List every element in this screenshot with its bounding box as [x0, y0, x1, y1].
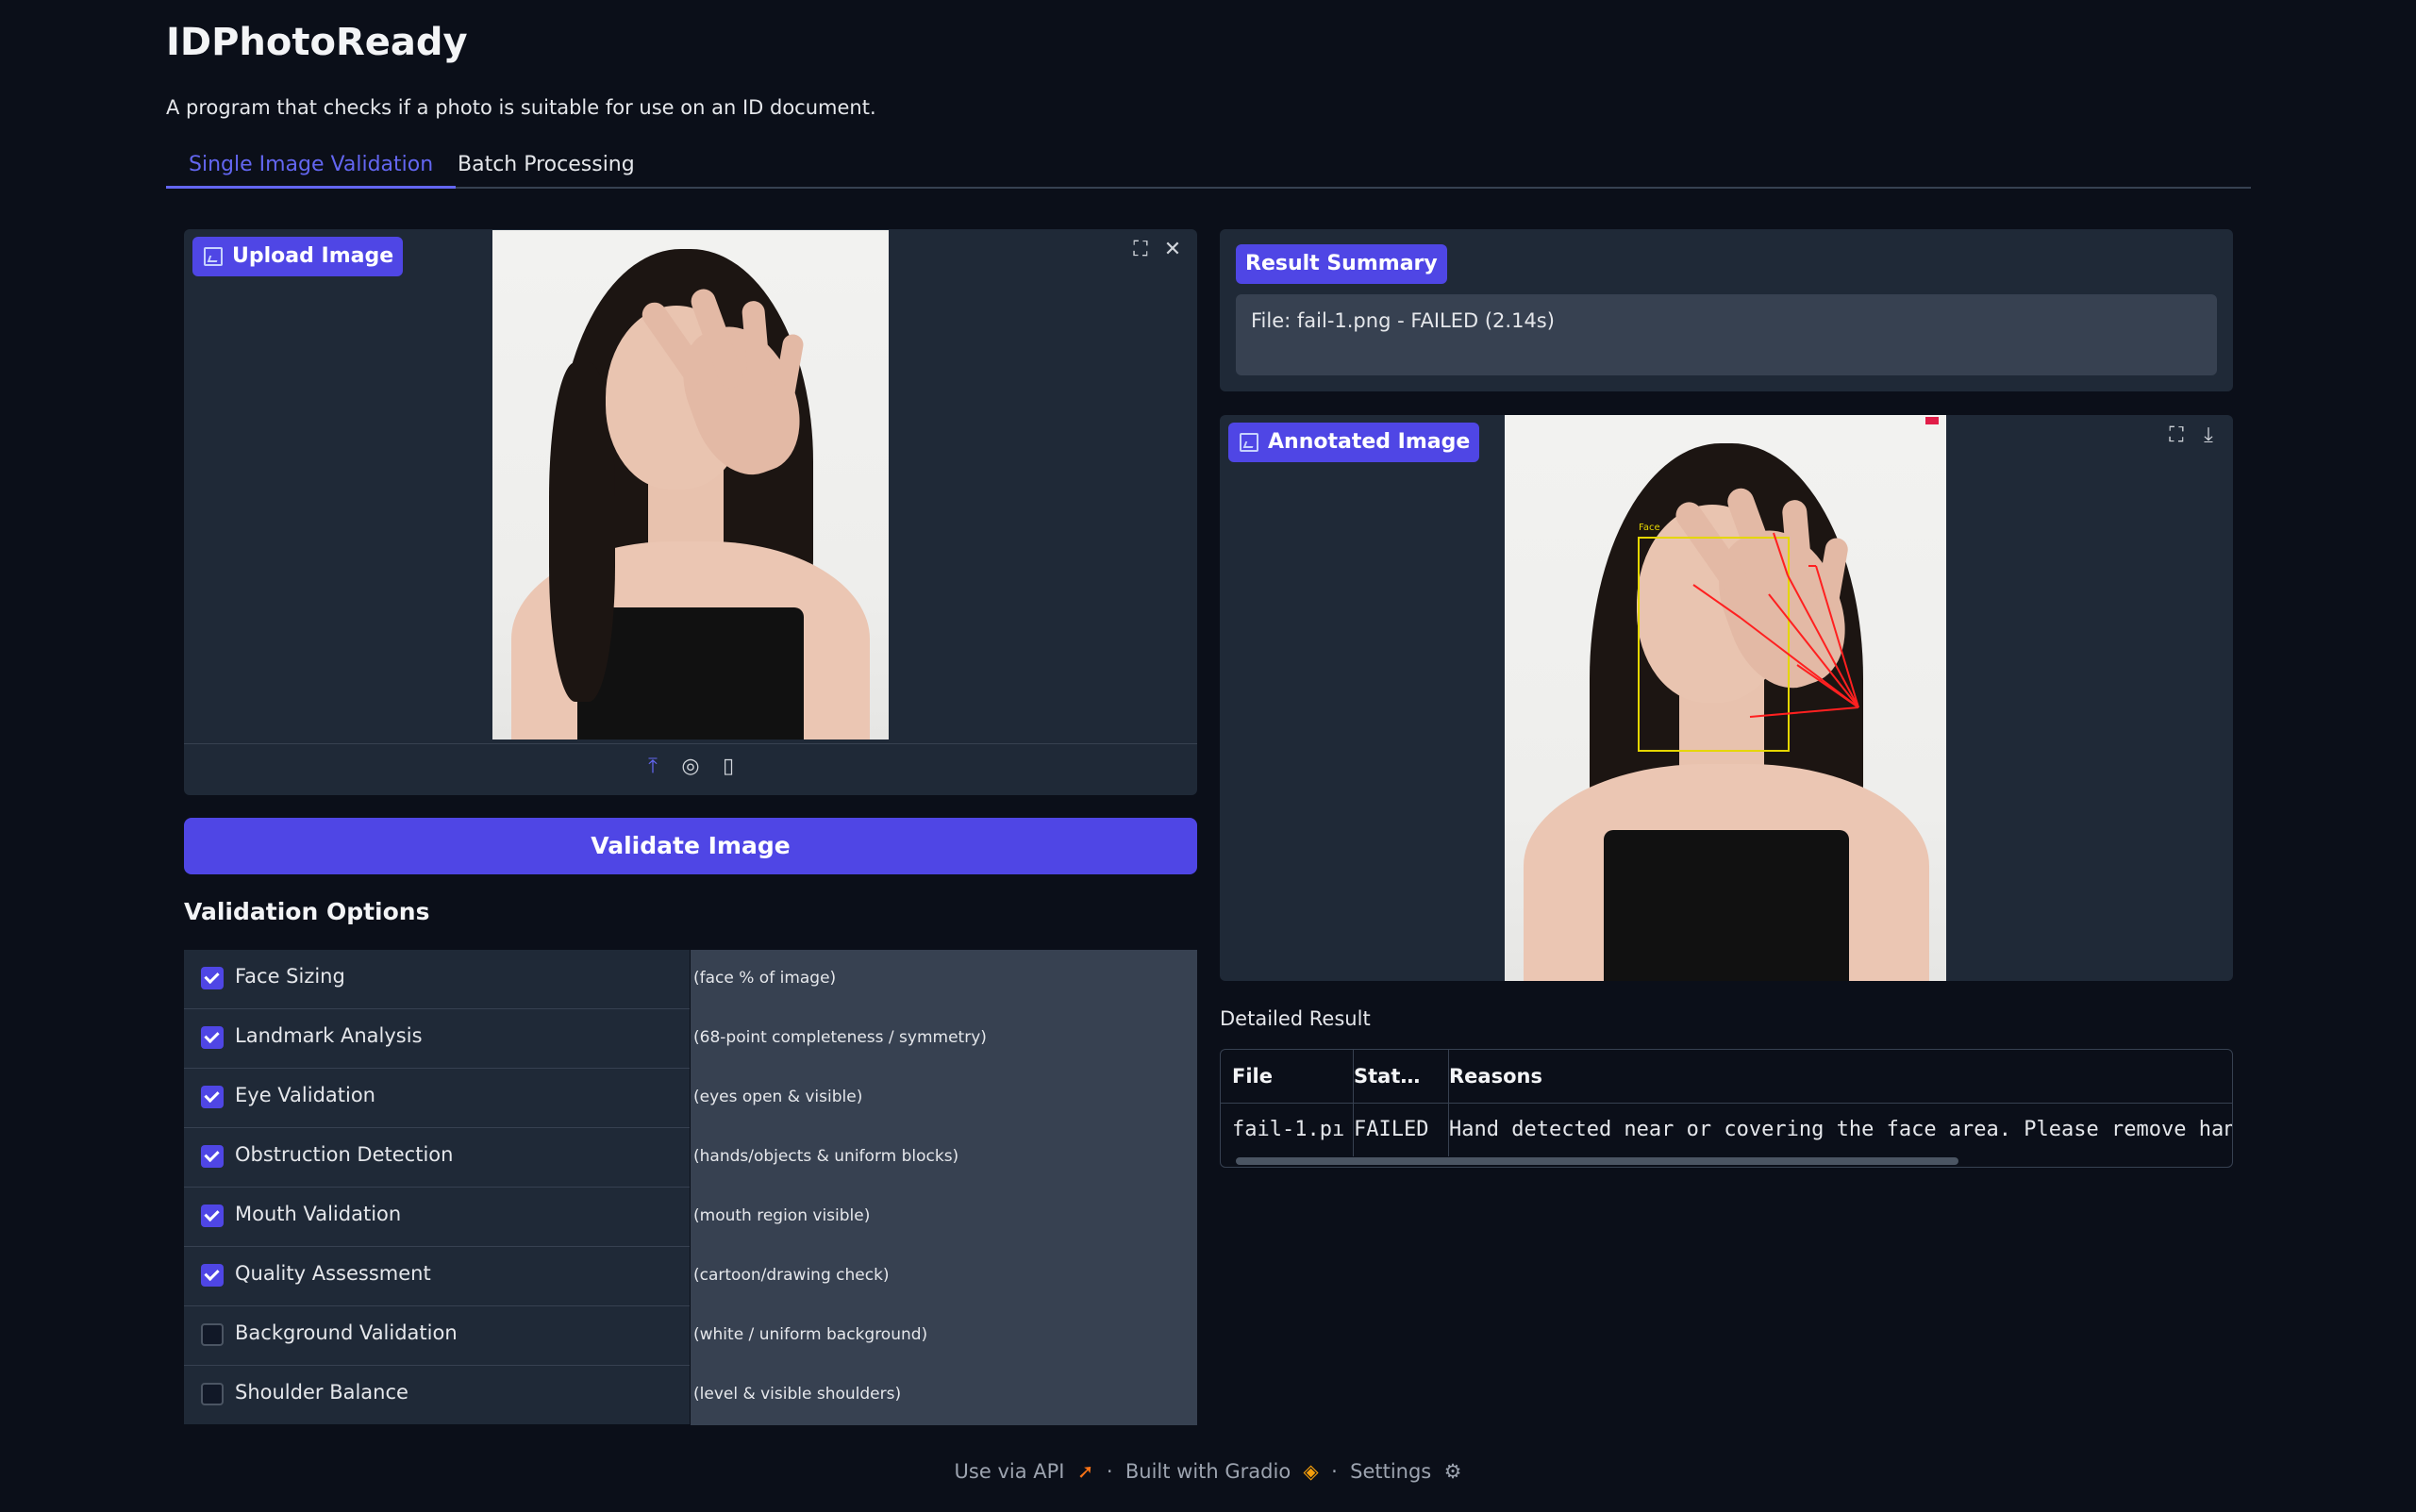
option-mouth-validation: Mouth Validation (mouth region visible): [184, 1188, 1197, 1247]
result-summary-textbox[interactable]: File: fail-1.png - FAILED (2.14s): [1236, 294, 2217, 375]
image-icon: [1240, 433, 1258, 452]
option-description: (white / uniform background): [693, 1325, 928, 1344]
option-landmark-analysis: Landmark Analysis (68-point completeness…: [184, 1009, 1197, 1069]
result-summary-text: File: fail-1.png - FAILED (2.14s): [1251, 309, 1555, 332]
option-background-validation: Background Validation (white / uniform b…: [184, 1306, 1197, 1366]
rocket-icon: ➚: [1071, 1460, 1101, 1483]
close-icon[interactable]: ✕: [1159, 237, 1186, 263]
upload-image-badge: Upload Image: [192, 237, 404, 276]
landmark-analysis-checkbox[interactable]: [201, 1026, 224, 1049]
option-label[interactable]: Shoulder Balance: [235, 1381, 408, 1404]
option-eye-validation: Eye Validation (eyes open & visible): [184, 1069, 1197, 1128]
status-flag: [1925, 417, 1939, 424]
table-cell-file[interactable]: fail-1.pı: [1221, 1104, 1354, 1156]
option-label[interactable]: Obstruction Detection: [235, 1143, 453, 1166]
upload-icon[interactable]: ⤒: [640, 754, 666, 780]
download-icon[interactable]: ⤓: [2195, 423, 2222, 449]
option-label[interactable]: Background Validation: [235, 1321, 458, 1344]
upload-image-panel[interactable]: Upload Image ⛶ ✕ ⤒ ◎ ▯: [184, 229, 1197, 795]
use-via-api-link[interactable]: Use via API: [955, 1460, 1065, 1483]
background-validation-checkbox[interactable]: [201, 1323, 224, 1346]
validation-options-title: Validation Options: [184, 898, 430, 925]
quality-assessment-checkbox[interactable]: [201, 1264, 224, 1287]
built-with-gradio-link[interactable]: Built with Gradio: [1125, 1460, 1291, 1483]
fullscreen-icon[interactable]: ⛶: [2163, 423, 2190, 449]
option-label[interactable]: Landmark Analysis: [235, 1024, 423, 1047]
validate-image-button[interactable]: Validate Image: [184, 818, 1197, 874]
webcam-icon[interactable]: ◎: [677, 754, 704, 780]
option-description: (68-point completeness / symmetry): [693, 1028, 987, 1047]
tab-batch-processing[interactable]: Batch Processing: [435, 151, 658, 189]
option-label[interactable]: Eye Validation: [235, 1084, 375, 1106]
shoulder-balance-checkbox[interactable]: [201, 1383, 224, 1405]
validation-options-list: Face Sizing (face % of image) Landmark A…: [184, 950, 1197, 1425]
gradio-logo-icon: ◈: [1296, 1460, 1325, 1483]
annotated-photo: Face: [1505, 415, 1946, 981]
detailed-result-label: Detailed Result: [1220, 1007, 1371, 1030]
option-description: (hands/objects & uniform blocks): [693, 1147, 959, 1166]
option-description: (cartoon/drawing check): [693, 1266, 890, 1285]
table-cell-reasons[interactable]: Hand detected near or covering the face …: [1438, 1104, 2232, 1156]
option-quality-assessment: Quality Assessment (cartoon/drawing chec…: [184, 1247, 1197, 1306]
column-header-file[interactable]: File: [1221, 1050, 1354, 1103]
annotated-image-panel: Annotated Image Face ⛶ ⤓: [1220, 415, 2233, 981]
option-description: (eyes open & visible): [693, 1088, 863, 1106]
result-summary-badge: Result Summary: [1236, 244, 1447, 284]
detailed-result-table: File Stat… Reasons fail-1.pı FAILED Hand…: [1220, 1049, 2233, 1168]
column-header-reasons[interactable]: Reasons: [1438, 1050, 2232, 1103]
option-label[interactable]: Face Sizing: [235, 965, 345, 988]
eye-validation-checkbox[interactable]: [201, 1086, 224, 1108]
option-face-sizing: Face Sizing (face % of image): [184, 950, 1197, 1009]
option-label[interactable]: Mouth Validation: [235, 1203, 401, 1225]
mouth-validation-checkbox[interactable]: [201, 1205, 224, 1227]
face-sizing-checkbox[interactable]: [201, 967, 224, 989]
option-label[interactable]: Quality Assessment: [235, 1262, 431, 1285]
settings-link[interactable]: Settings: [1350, 1460, 1431, 1483]
tab-bar: Single Image Validation Batch Processing: [166, 141, 2251, 189]
app-title: IDPhotoReady: [166, 21, 468, 64]
column-header-status[interactable]: Stat…: [1342, 1050, 1449, 1103]
clipboard-icon[interactable]: ▯: [715, 754, 741, 780]
option-description: (level & visible shoulders): [693, 1385, 902, 1404]
app-subtitle: A program that checks if a photo is suit…: [166, 96, 876, 119]
gear-icon: ⚙: [1437, 1460, 1462, 1483]
uploaded-photo: [492, 230, 889, 739]
tab-single-image-validation[interactable]: Single Image Validation: [166, 151, 457, 189]
table-cell-status[interactable]: FAILED: [1342, 1104, 1449, 1156]
annotated-image-badge: Annotated Image: [1228, 423, 1480, 462]
obstruction-detection-checkbox[interactable]: [201, 1145, 224, 1168]
option-description: (mouth region visible): [693, 1206, 871, 1225]
image-icon: [204, 247, 223, 266]
option-shoulder-balance: Shoulder Balance (level & visible should…: [184, 1366, 1197, 1425]
fullscreen-icon[interactable]: ⛶: [1127, 237, 1154, 263]
hand-landmarks-overlay: [1692, 532, 1859, 718]
option-description: (face % of image): [693, 969, 837, 988]
option-obstruction-detection: Obstruction Detection (hands/objects & u…: [184, 1128, 1197, 1188]
footer: Use via API ➚ · Built with Gradio ◈ · Se…: [954, 1460, 1462, 1483]
horizontal-scrollbar[interactable]: [1236, 1157, 1958, 1165]
